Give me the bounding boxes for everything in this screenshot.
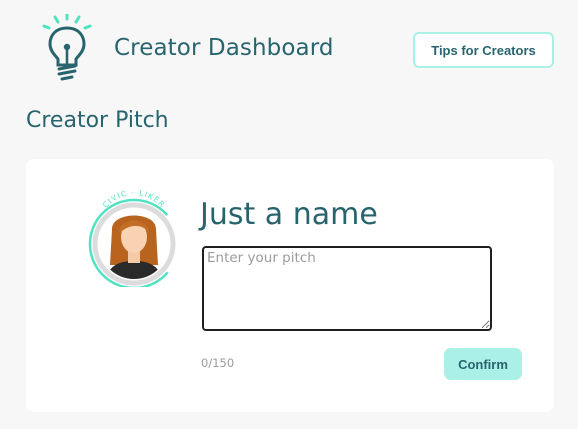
creator-name: Just a name [200, 197, 378, 232]
confirm-button[interactable]: Confirm [444, 348, 522, 380]
pitch-input[interactable] [202, 246, 492, 331]
lightbulb-icon [42, 14, 92, 81]
avatar: CIVIC · LIKER [88, 188, 180, 287]
pitch-card: CIVIC · LIKER Just a name 0/150 Confirm [26, 159, 554, 412]
creator-dashboard-page: Creator Dashboard Tips for Creators Crea… [0, 0, 578, 429]
tips-for-creators-button[interactable]: Tips for Creators [413, 32, 554, 68]
section-title: Creator Pitch [26, 108, 169, 133]
page-title: Creator Dashboard [114, 35, 334, 61]
character-counter: 0/150 [201, 356, 235, 370]
